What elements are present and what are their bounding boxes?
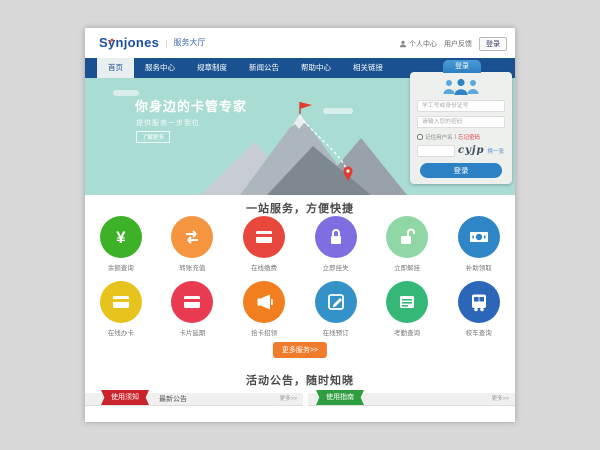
announcements-title: 活动公告，随时知晓 [85, 372, 515, 388]
service-label: 转账充值 [179, 262, 205, 272]
service-school-bus[interactable]: 校车查询 [443, 281, 515, 337]
captcha-image[interactable]: cyjp [458, 145, 485, 156]
transfer-icon[interactable] [171, 216, 213, 258]
service-label: 在线缴费 [251, 262, 277, 272]
service-label: 在线预订 [323, 327, 349, 337]
left-more-link[interactable]: 更多>> [280, 393, 297, 406]
password-input[interactable] [417, 116, 505, 128]
card-pay-icon[interactable] [243, 216, 285, 258]
service-balance[interactable]: ¥ 余额查询 [85, 216, 157, 272]
services-title: 一站服务，方便快捷 [85, 200, 515, 216]
nav-item-links[interactable]: 相关链接 [342, 58, 394, 78]
captcha-refresh-link[interactable]: 换一张 [488, 147, 505, 155]
service-label: 余额查询 [108, 262, 134, 272]
service-subsidy[interactable]: 补助领取 [443, 216, 515, 272]
login-options: 记住用户名 | 忘记密码 [417, 133, 480, 141]
logo-divider: | [165, 38, 167, 48]
logo-arrow-icon [108, 37, 115, 44]
card-icon[interactable] [171, 281, 213, 323]
page: Synjones | 服务大厅 个人中心 用户反馈 登录 首页 服务中心 规章制… [85, 28, 515, 422]
service-label: 立即解挂 [394, 262, 420, 272]
announcements-left-bar: 使用须知 最新公告 更多>> [85, 393, 303, 406]
service-cancel-loss[interactable]: 立即解挂 [371, 216, 443, 272]
remember-label: 记住用户名 [425, 133, 453, 141]
options-separator: | [455, 134, 456, 140]
service-label: 校车查询 [466, 327, 492, 337]
unlock-icon[interactable] [386, 216, 428, 258]
header: Synjones | 服务大厅 个人中心 用户反馈 登录 [85, 28, 515, 58]
service-online-booking[interactable]: 在线预订 [300, 281, 372, 337]
service-pay-online[interactable]: 在线缴费 [228, 216, 300, 272]
service-label: 在线办卡 [108, 327, 134, 337]
right-more-link[interactable]: 更多>> [492, 393, 509, 406]
edit-icon[interactable] [315, 281, 357, 323]
forgot-password-link[interactable]: 忘记密码 [458, 133, 480, 141]
yuan-icon[interactable]: ¥ [100, 216, 142, 258]
site-title: 服务大厅 [174, 37, 206, 48]
megaphone-icon[interactable] [243, 281, 285, 323]
personal-center-link[interactable]: 个人中心 [399, 39, 437, 49]
service-card-extension[interactable]: 卡片延期 [157, 281, 229, 337]
nav-item-rules[interactable]: 规章制度 [186, 58, 238, 78]
login-submit-button[interactable]: 登录 [420, 163, 502, 178]
announcements-right-bar: 使用指南 更多>> [308, 393, 515, 406]
user-guide-ribbon[interactable]: 使用指南 [316, 390, 364, 405]
service-report-loss[interactable]: 立即挂失 [300, 216, 372, 272]
service-apply-card[interactable]: 在线办卡 [85, 281, 157, 337]
user-icon [399, 40, 407, 48]
latest-announcements-tab[interactable]: 最新公告 [159, 393, 187, 406]
bus-icon[interactable] [458, 281, 500, 323]
captcha-row: cyjp 换一张 [417, 144, 505, 157]
users-icon [441, 77, 481, 97]
service-attendance[interactable]: 考勤查询 [371, 281, 443, 337]
service-label: 补助领取 [466, 262, 492, 272]
service-label: 立即挂失 [323, 262, 349, 272]
header-login-button[interactable]: 登录 [479, 37, 507, 51]
header-right: 个人中心 用户反馈 登录 [399, 37, 507, 51]
nav-item-news[interactable]: 新闻公告 [238, 58, 290, 78]
lock-icon[interactable] [315, 216, 357, 258]
service-found-card[interactable]: 拾卡招领 [228, 281, 300, 337]
hero-cta-button[interactable]: 了解更多 [136, 131, 170, 143]
service-label: 考勤查询 [394, 327, 420, 337]
more-services-button[interactable]: 更多服务>> [273, 342, 327, 358]
remember-checkbox[interactable] [417, 134, 423, 140]
services-row-2: 在线办卡 卡片延期 拾卡招领 在线预订 考勤查询 [85, 281, 515, 337]
service-label: 拾卡招领 [251, 327, 277, 337]
user-feedback-link[interactable]: 用户反馈 [444, 39, 472, 49]
banknote-icon[interactable] [458, 216, 500, 258]
nav-item-service-center[interactable]: 服务中心 [134, 58, 186, 78]
service-transfer[interactable]: 转账充值 [157, 216, 229, 272]
card-icon[interactable] [100, 281, 142, 323]
services-row-1: ¥ 余额查询 转账充值 在线缴费 立即挂失 立即解挂 [85, 216, 515, 272]
nav-item-home[interactable]: 首页 [97, 58, 134, 78]
usage-notice-ribbon[interactable]: 使用须知 [101, 390, 149, 405]
captcha-input[interactable] [417, 145, 455, 157]
login-panel: 登录 记住用户名 | 忘记密码 cyjp 换一张 登录 [410, 72, 512, 184]
list-icon[interactable] [386, 281, 428, 323]
personal-center-label: 个人中心 [409, 39, 437, 49]
login-tab[interactable]: 登录 [443, 60, 481, 73]
mountains-illustration [185, 100, 410, 195]
user-feedback-label: 用户反馈 [444, 39, 472, 49]
logo[interactable]: Synjones | 服务大厅 [99, 35, 206, 50]
nav-item-help[interactable]: 帮助中心 [290, 58, 342, 78]
service-label: 卡片延期 [179, 327, 205, 337]
username-input[interactable] [417, 100, 505, 112]
